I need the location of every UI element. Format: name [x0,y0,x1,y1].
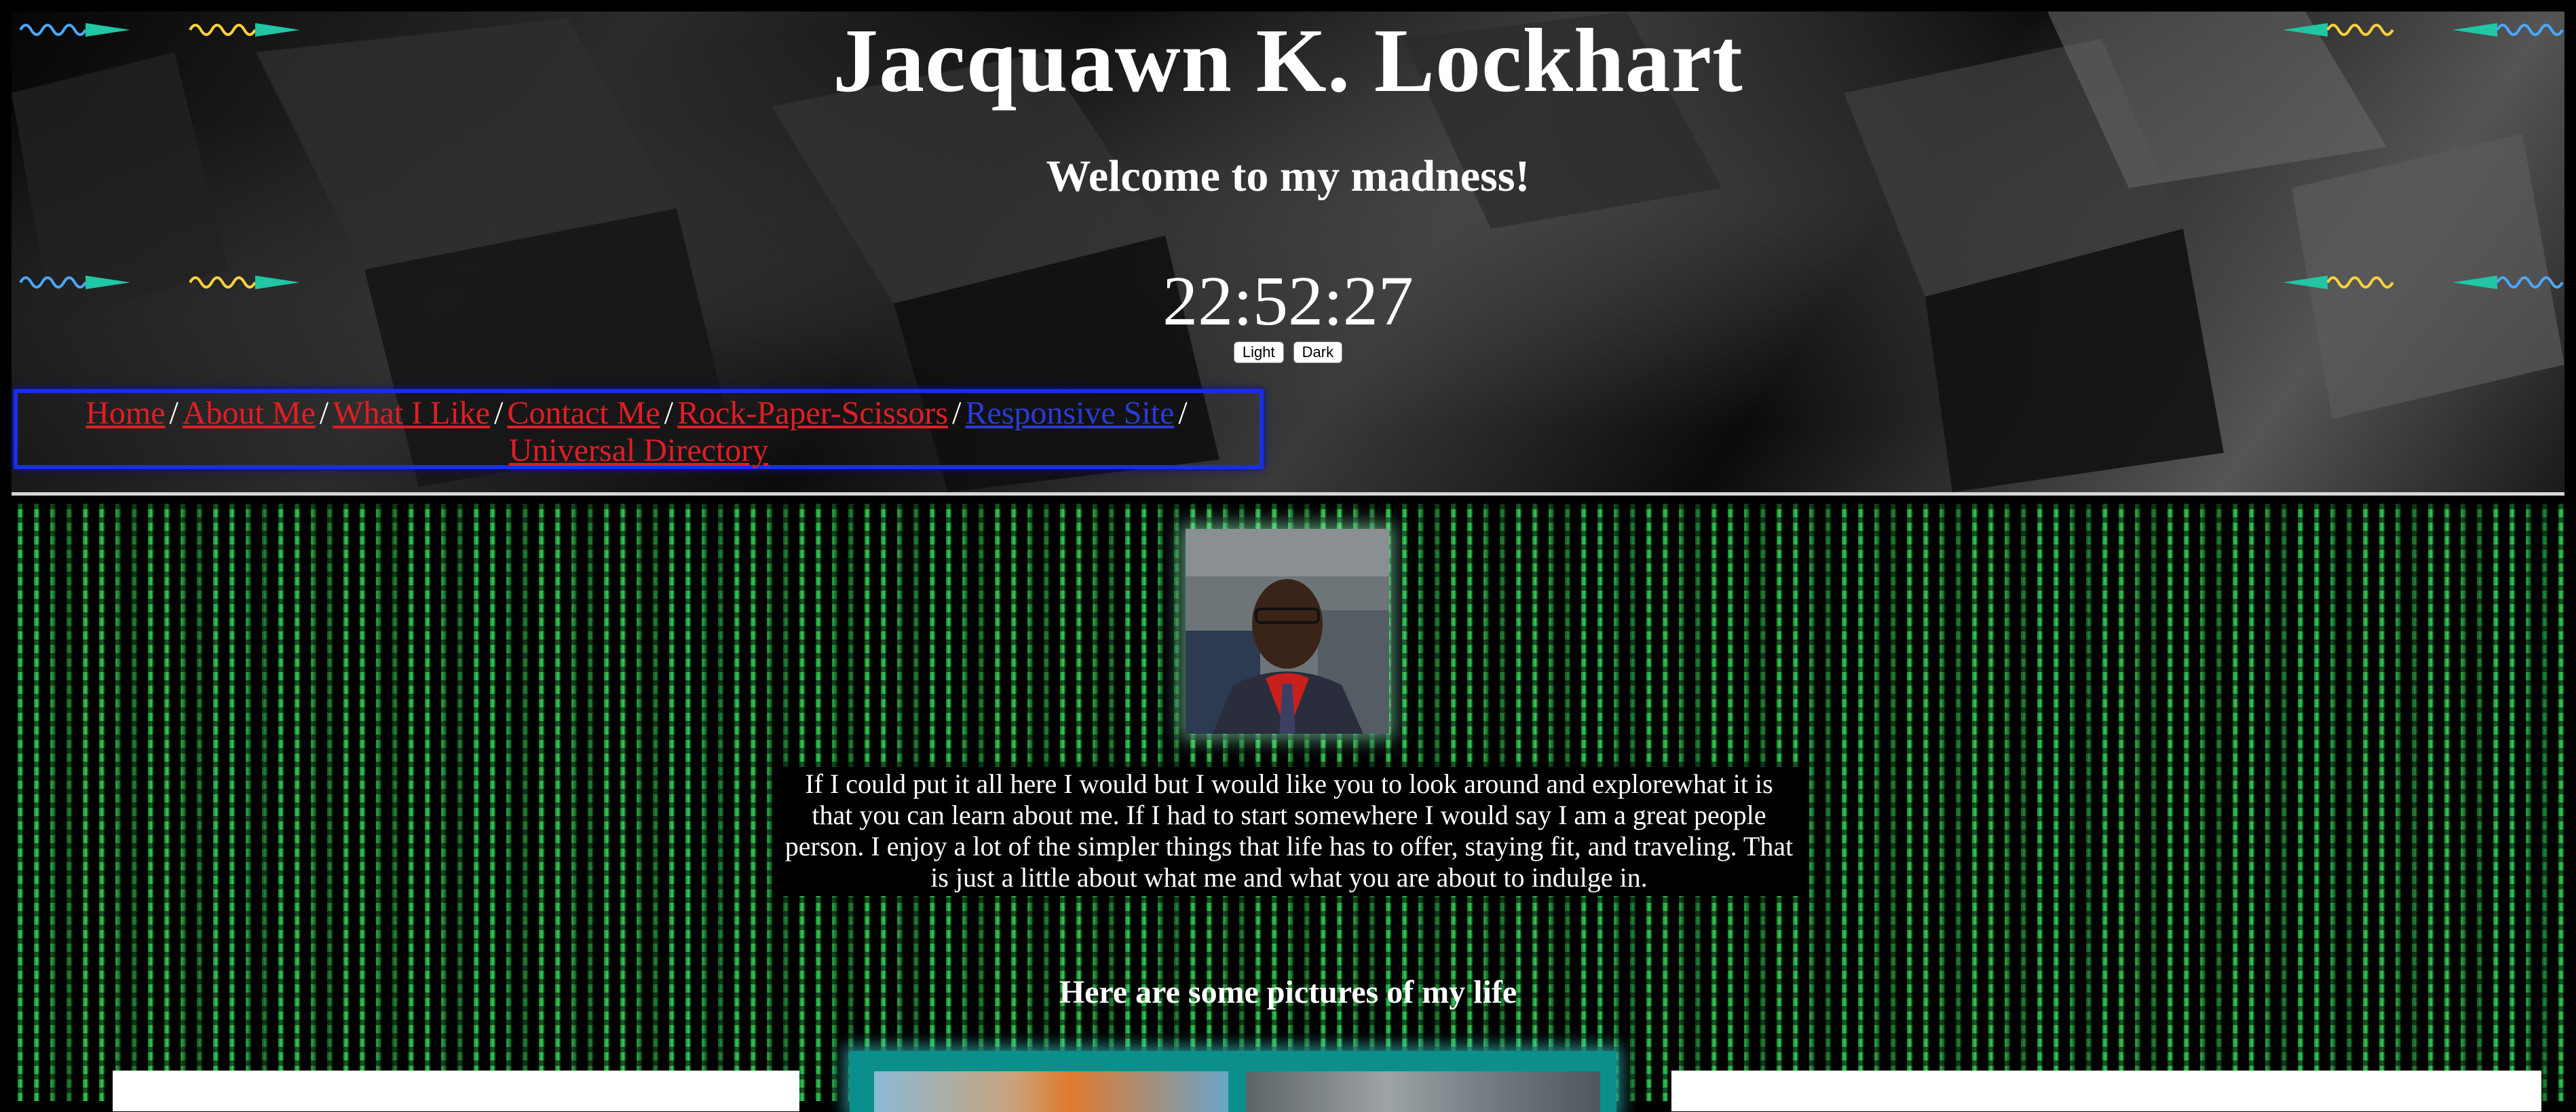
theme-toggle-group: Light Dark [0,341,2576,363]
live-clock: 22:52:27 [1162,262,1414,340]
main-navigation: Home / About Me / What I Like / Contact Me / Roc… [14,389,1264,469]
nav-link-home[interactable]: Home [86,395,165,431]
nav-link-contact-me[interactable]: Contact Me [507,395,660,431]
nav-link-responsive-site[interactable]: Responsive Site [965,395,1174,431]
profile-photo [1186,529,1389,734]
profile-portrait-icon [1186,529,1389,734]
nav-link-universal-directory[interactable]: Universal Directory [509,432,769,468]
header-divider [12,492,2564,496]
gallery-photo[interactable] [1246,1071,1600,1112]
nav-link-what-i-like[interactable]: What I Like [333,395,490,431]
content-card-right [1671,1071,2541,1111]
nav-separator: / [952,395,962,431]
nav-separator: / [319,395,329,431]
content-card-left [113,1071,799,1111]
welcome-subtitle: Welcome to my madness! [1046,151,1530,201]
nav-separator: / [494,395,504,431]
gallery-photo[interactable] [874,1071,1228,1112]
photo-gallery [850,1051,1616,1112]
nav-separator: / [1178,395,1188,431]
page: Jacquawn K. Lockhart Welcome to my madne… [0,0,2576,1112]
site-title: Jacquawn K. Lockhart [833,10,1743,111]
intro-paragraph: If I could put it all here I would but I… [778,767,1800,896]
nav-link-rock-paper-scissors[interactable]: Rock-Paper-Scissors [677,395,948,431]
nav-separator: / [169,395,178,431]
nav-link-about-me[interactable]: About Me [183,395,316,431]
nav-separator: / [664,395,674,431]
dark-theme-button[interactable]: Dark [1293,341,1343,363]
pictures-heading: Here are some pictures of my life [1059,974,1517,1010]
light-theme-button[interactable]: Light [1233,341,1284,363]
